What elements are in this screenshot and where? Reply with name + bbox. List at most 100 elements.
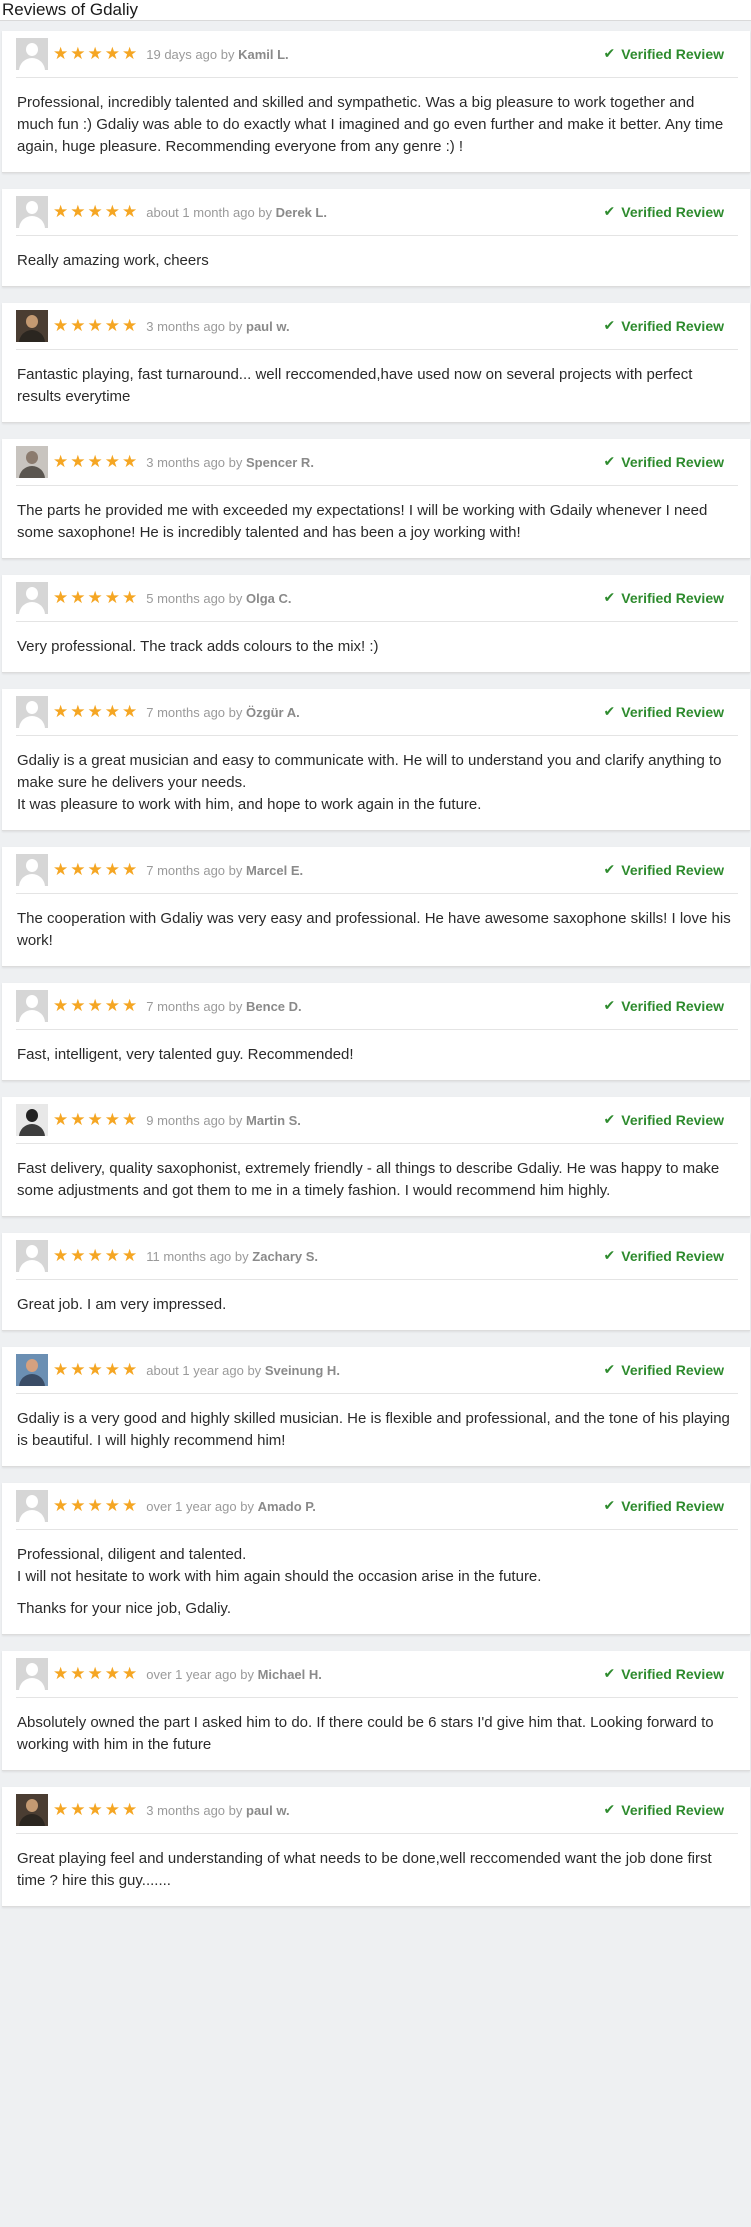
review-by: by	[247, 1362, 262, 1378]
star-icon: ★	[122, 43, 138, 64]
reviewer-name[interactable]: paul w.	[246, 319, 290, 334]
star-icon: ★	[87, 995, 103, 1016]
star-icon: ★	[70, 1495, 86, 1516]
review-header: ★ ★ ★ ★ ★ 7 months ago by Özgür A. ✔ Verified R…	[16, 689, 738, 736]
reviewer-name[interactable]: Olga C.	[246, 591, 292, 606]
star-icon: ★	[70, 701, 86, 722]
review-paragraph: Really amazing work, cheers	[17, 252, 209, 269]
reviewer-avatar[interactable]	[16, 582, 48, 614]
star-icon: ★	[70, 1663, 86, 1684]
star-icon: ★	[104, 859, 120, 880]
review-header: ★ ★ ★ ★ ★ 19 days ago by Kamil L. ✔ Verified Re…	[16, 31, 738, 78]
verified-label: Verified Review	[621, 1112, 724, 1128]
star-icon: ★	[70, 995, 86, 1016]
review-paragraph: Professional, incredibly talented and sk…	[17, 94, 724, 155]
star-icon: ★	[53, 1359, 69, 1380]
verified-label: Verified Review	[621, 590, 724, 606]
reviewer-avatar[interactable]	[16, 990, 48, 1022]
check-icon: ✔	[603, 590, 616, 606]
reviewer-name[interactable]: Martin S.	[246, 1113, 301, 1128]
star-icon: ★	[53, 859, 69, 880]
star-icon: ★	[87, 1359, 103, 1380]
review-meta: over 1 year ago by Michael H.	[146, 1667, 322, 1682]
reviewer-avatar[interactable]	[16, 446, 48, 478]
review-text: Absolutely owned the part I asked him to…	[2, 1698, 750, 1756]
star-icon: ★	[70, 859, 86, 880]
star-icon: ★	[104, 43, 120, 64]
verified-label: Verified Review	[621, 454, 724, 470]
review-paragraph: Gdaliy is a great musician and easy to c…	[17, 752, 722, 791]
review-card: ★ ★ ★ ★ ★ 7 months ago by Bence D. ✔ Verified R…	[2, 983, 750, 1081]
star-icon: ★	[87, 43, 103, 64]
review-by: by	[228, 704, 243, 720]
review-card: ★ ★ ★ ★ ★ 5 months ago by Olga C. ✔ Verified Re…	[2, 575, 750, 673]
review-header: ★ ★ ★ ★ ★ 9 months ago by Martin S. ✔ Verified …	[16, 1097, 738, 1144]
reviewer-avatar[interactable]	[16, 196, 48, 228]
star-icon: ★	[53, 451, 69, 472]
review-paragraph: Fast delivery, quality saxophonist, extr…	[17, 1160, 720, 1199]
reviewer-name[interactable]: Özgür A.	[246, 705, 300, 720]
star-rating: ★ ★ ★ ★ ★	[53, 1247, 137, 1265]
reviewer-name[interactable]: Bence D.	[246, 999, 302, 1014]
review-time: 11 months ago	[146, 1248, 232, 1264]
review-meta: 3 months ago by paul w.	[146, 319, 289, 334]
reviewer-name[interactable]: Derek L.	[276, 205, 327, 220]
review-text: The cooperation with Gdaliy was very eas…	[2, 894, 750, 952]
review-time: over 1 year ago	[146, 1498, 237, 1514]
star-icon: ★	[87, 201, 103, 222]
review-card: ★ ★ ★ ★ ★ 3 months ago by Spencer R. ✔ Verified…	[2, 439, 750, 559]
review-by: by	[228, 454, 243, 470]
star-icon: ★	[70, 451, 86, 472]
review-time: about 1 month ago	[146, 204, 255, 220]
reviewer-avatar[interactable]	[16, 1658, 48, 1690]
reviewer-name[interactable]: Marcel E.	[246, 863, 303, 878]
star-icon: ★	[104, 1359, 120, 1380]
verified-label: Verified Review	[621, 46, 724, 62]
verified-label: Verified Review	[621, 1248, 724, 1264]
star-icon: ★	[87, 1495, 103, 1516]
reviewer-avatar[interactable]	[16, 310, 48, 342]
reviewer-avatar[interactable]	[16, 1794, 48, 1826]
reviewer-name[interactable]: paul w.	[246, 1803, 290, 1818]
star-icon: ★	[53, 587, 69, 608]
review-header: ★ ★ ★ ★ ★ 11 months ago by Zachary S. ✔ Verifie…	[16, 1233, 738, 1280]
reviewer-avatar[interactable]	[16, 1490, 48, 1522]
review-meta: 5 months ago by Olga C.	[146, 591, 291, 606]
star-rating: ★ ★ ★ ★ ★	[53, 451, 137, 472]
reviewer-avatar[interactable]	[16, 696, 48, 728]
star-rating: ★ ★ ★ ★ ★	[53, 43, 138, 64]
star-rating: ★ ★ ★ ★ ★	[53, 317, 137, 335]
reviewer-name[interactable]: Zachary S.	[252, 1249, 318, 1264]
review-card: ★ ★ ★ ★ ★ 3 months ago by paul w. ✔ Verified Re…	[2, 303, 750, 423]
review-meta: 3 months ago by Spencer R.	[146, 455, 314, 470]
reviewer-avatar[interactable]	[16, 1104, 48, 1136]
review-header: ★ ★ ★ ★ ★ 3 months ago by paul w. ✔ Verified Re…	[16, 1787, 738, 1834]
verified-label: Verified Review	[621, 1498, 724, 1514]
star-icon: ★	[53, 701, 69, 722]
star-rating: ★ ★ ★ ★ ★	[53, 1109, 137, 1130]
reviewer-name[interactable]: Michael H.	[258, 1667, 322, 1682]
star-icon: ★	[104, 995, 120, 1016]
reviewer-name[interactable]: Kamil L.	[238, 47, 289, 62]
reviewer-name[interactable]: Sveinung H.	[265, 1363, 340, 1378]
review-header: ★ ★ ★ ★ ★ 5 months ago by Olga C. ✔ Verified Re…	[16, 575, 738, 622]
reviewer-name[interactable]: Spencer R.	[246, 455, 314, 470]
review-card: ★ ★ ★ ★ ★ 11 months ago by Zachary S. ✔ Verifie…	[2, 1233, 750, 1331]
review-header: ★ ★ ★ ★ ★ 7 months ago by Bence D. ✔ Verified R…	[16, 983, 738, 1030]
star-icon: ★	[70, 201, 86, 222]
reviewer-avatar[interactable]	[16, 1240, 48, 1272]
review-paragraph: Gdaliy is a very good and highly skilled…	[17, 1410, 730, 1449]
star-rating: ★ ★ ★ ★ ★	[53, 1495, 137, 1516]
reviewer-avatar[interactable]	[16, 854, 48, 886]
verified-review-badge: ✔ Verified Review	[604, 575, 724, 621]
check-icon: ✔	[603, 318, 616, 334]
reviewer-avatar[interactable]	[16, 1354, 48, 1386]
check-icon: ✔	[603, 1362, 616, 1378]
verified-review-badge: ✔ Verified Review	[604, 1347, 724, 1393]
review-paragraph: Professional, diligent and talented.	[17, 1546, 247, 1563]
star-icon: ★	[104, 1109, 120, 1130]
reviewer-avatar[interactable]	[16, 38, 48, 70]
verified-label: Verified Review	[621, 998, 724, 1014]
reviewer-name[interactable]: Amado P.	[258, 1499, 316, 1514]
star-icon: ★	[104, 1495, 120, 1516]
